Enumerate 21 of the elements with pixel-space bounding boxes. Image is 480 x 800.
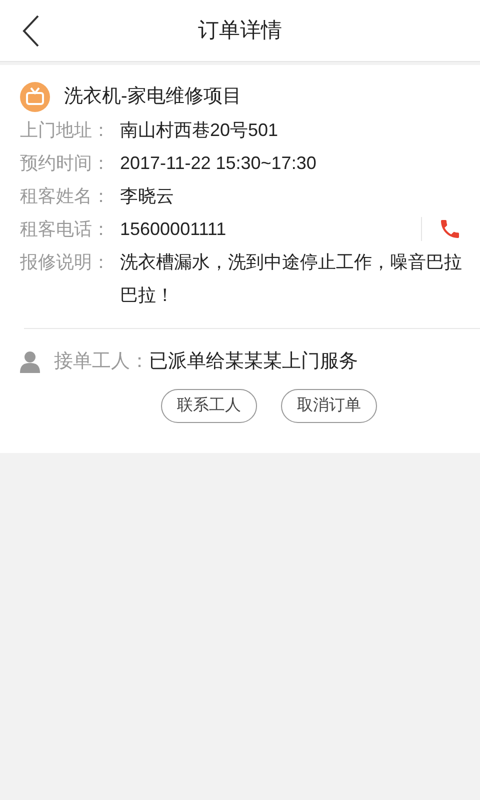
action-button[interactable]: 联系工人 <box>161 389 257 423</box>
person-icon <box>20 351 40 373</box>
field-value: 2017-11-22 15:30~17:30 <box>120 152 318 175</box>
field-label: 租客姓名： <box>20 185 111 208</box>
page-title: 订单详情 <box>198 18 282 44</box>
field-value: 南山村西巷20号501 <box>120 119 280 142</box>
field-value: 洗衣槽漏水，洗到中途停止工作，噪音巴拉巴拉！ <box>120 251 462 307</box>
action-button[interactable]: 取消订单 <box>281 389 377 423</box>
project-title: 洗衣机-家电维修项目 <box>64 84 242 109</box>
worker-status: 已派单给某某某上门服务 <box>149 350 358 374</box>
field-label: 上门地址： <box>20 119 111 142</box>
back-icon <box>21 14 41 48</box>
field-value: 李晓云 <box>120 185 175 208</box>
call-button[interactable] <box>421 217 462 241</box>
worker-label: 接单工人： <box>54 350 149 374</box>
field-label: 预约时间： <box>20 152 111 175</box>
field-label: 报修说明： <box>20 251 111 274</box>
tv-icon <box>20 82 50 112</box>
field-value: 15600001111 <box>120 218 228 241</box>
phone-icon <box>438 217 462 241</box>
field-label: 租客电话： <box>20 218 111 241</box>
